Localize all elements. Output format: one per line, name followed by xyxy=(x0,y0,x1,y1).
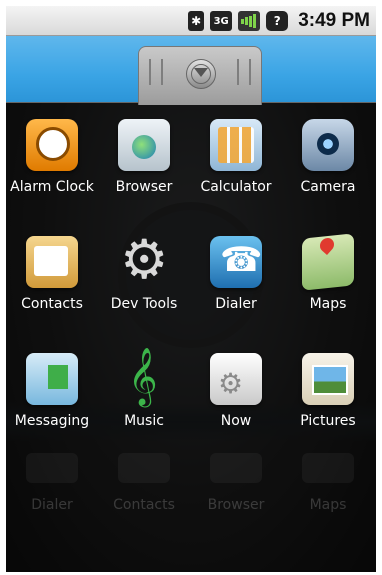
app-camera[interactable]: Camera xyxy=(282,109,374,226)
network-type-label: 3G xyxy=(213,15,229,27)
now-icon xyxy=(210,353,262,405)
app-label: Browser xyxy=(115,179,173,195)
app-label: Dev Tools xyxy=(110,296,178,312)
status-icons: ✱ 3G ? 3:49 PM xyxy=(188,10,370,32)
grip-left xyxy=(149,59,163,85)
reflection-item: Contacts xyxy=(98,453,190,513)
reflection-ghost xyxy=(302,453,354,483)
reflection-label: Maps xyxy=(309,497,347,513)
app-label: Maps xyxy=(309,296,347,312)
app-label: Now xyxy=(220,413,252,429)
app-music[interactable]: Music xyxy=(98,343,190,460)
app-grid: Alarm Clock Browser Calculator Camera Co… xyxy=(6,109,376,460)
calculator-icon xyxy=(210,119,262,171)
app-dialer[interactable]: Dialer xyxy=(190,226,282,343)
battery-label: ? xyxy=(273,14,281,28)
app-pictures[interactable]: Pictures xyxy=(282,343,374,460)
reflection-label: Browser xyxy=(207,497,265,513)
bluetooth-icon: ✱ xyxy=(188,11,205,31)
battery-icon: ? xyxy=(266,11,289,31)
app-now[interactable]: Now xyxy=(190,343,282,460)
reflection-item: Maps xyxy=(282,453,374,513)
app-label: Dialer xyxy=(215,296,257,312)
app-label: Pictures xyxy=(300,413,356,429)
app-drawer: Alarm Clock Browser Calculator Camera Co… xyxy=(6,102,376,572)
app-label: Calculator xyxy=(200,179,272,195)
status-clock: 3:49 PM xyxy=(298,10,370,31)
app-messaging[interactable]: Messaging xyxy=(6,343,98,460)
browser-icon xyxy=(118,119,170,171)
app-label: Music xyxy=(124,413,164,429)
app-alarm-clock[interactable]: Alarm Clock xyxy=(6,109,98,226)
app-label: Messaging xyxy=(14,413,90,429)
app-calculator[interactable]: Calculator xyxy=(190,109,282,226)
reflection-ghost xyxy=(26,453,78,483)
reflection-label: Dialer xyxy=(31,497,73,513)
contacts-icon xyxy=(26,236,78,288)
phone-screen: ✱ 3G ? 3:49 PM Alarm Clock Browser Calcu… xyxy=(6,6,376,572)
camera-icon xyxy=(302,119,354,171)
signal-strength-icon xyxy=(238,11,261,31)
app-dev-tools[interactable]: Dev Tools xyxy=(98,226,190,343)
drawer-handle[interactable] xyxy=(138,46,262,105)
grip-right xyxy=(237,59,251,85)
maps-icon xyxy=(302,233,354,291)
reflection-ghost xyxy=(210,453,262,483)
app-maps[interactable]: Maps xyxy=(282,226,374,343)
app-label: Alarm Clock xyxy=(10,179,94,195)
app-label: Camera xyxy=(300,179,356,195)
app-browser[interactable]: Browser xyxy=(98,109,190,226)
wallpaper-reflection: Dialer Contacts Browser Maps xyxy=(6,453,376,513)
dev-tools-icon xyxy=(118,228,170,291)
music-icon xyxy=(118,347,170,406)
alarm-clock-icon xyxy=(26,119,78,171)
reflection-item: Browser xyxy=(190,453,282,513)
3g-data-icon: 3G xyxy=(210,11,233,31)
dialer-icon xyxy=(210,236,262,288)
status-bar: ✱ 3G ? 3:49 PM xyxy=(6,6,376,36)
pictures-icon xyxy=(302,353,354,405)
app-contacts[interactable]: Contacts xyxy=(6,226,98,343)
reflection-ghost xyxy=(118,453,170,483)
reflection-item: Dialer xyxy=(6,453,98,513)
reflection-label: Contacts xyxy=(113,497,175,513)
collapse-drawer-icon[interactable] xyxy=(186,59,216,89)
messaging-icon xyxy=(26,353,78,405)
app-label: Contacts xyxy=(21,296,83,312)
